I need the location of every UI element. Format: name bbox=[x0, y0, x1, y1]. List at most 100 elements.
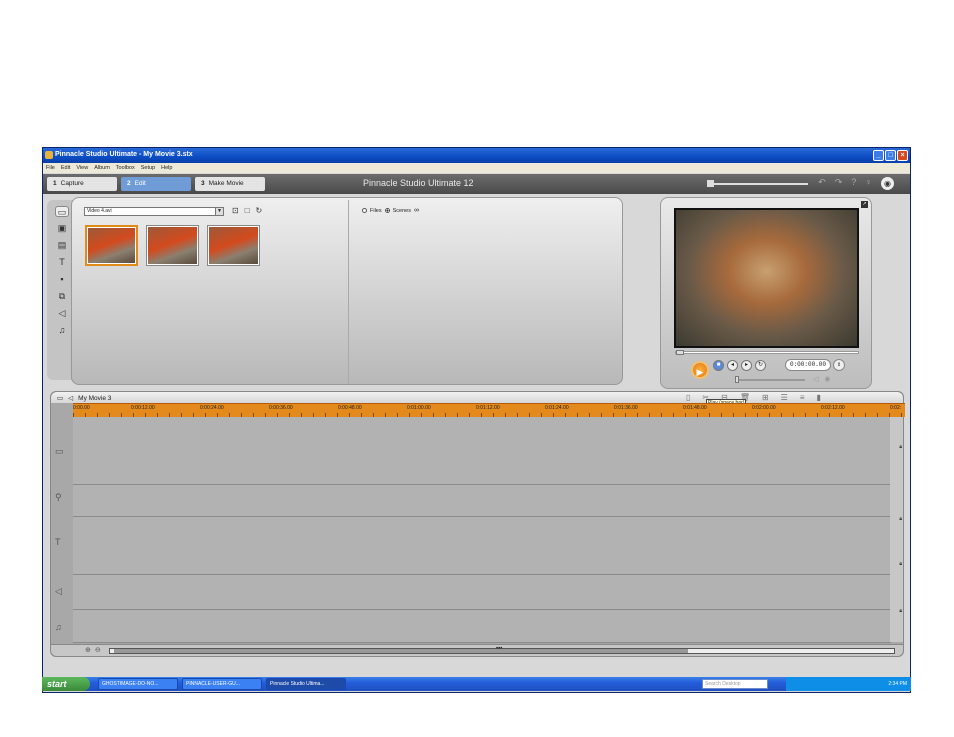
scenes-radio[interactable] bbox=[384, 208, 390, 213]
fast-forward-button[interactable]: ▸ bbox=[741, 360, 752, 371]
menu-view[interactable]: View bbox=[76, 163, 88, 173]
menu-file[interactable]: File bbox=[46, 163, 55, 173]
zoom-out-icon[interactable]: ⊖ bbox=[95, 646, 101, 654]
sound-track-icon[interactable]: ◁ bbox=[55, 586, 62, 597]
transition-track-icon[interactable]: ⚲ bbox=[55, 492, 62, 503]
home-button[interactable]: ■ bbox=[713, 360, 724, 371]
redo-icon[interactable]: ↷ bbox=[835, 177, 843, 190]
music-icon[interactable]: ♫ bbox=[55, 325, 69, 336]
ruler-tick: 0:01:12.00 bbox=[476, 405, 500, 411]
rewind-button[interactable]: ◂ bbox=[727, 360, 738, 371]
scene-thumbnail[interactable] bbox=[85, 225, 138, 266]
lock-icon[interactable]: 🔒︎ bbox=[899, 445, 902, 450]
text-view-icon[interactable]: ≡ bbox=[800, 393, 805, 402]
fullscreen-icon[interactable]: ↗ bbox=[861, 201, 868, 208]
scene-thumbnail[interactable] bbox=[207, 225, 260, 266]
tab-capture[interactable]: 1 Capture bbox=[47, 177, 117, 191]
menu-setup[interactable]: Setup bbox=[141, 163, 155, 173]
speaker-icon[interactable]: ◁ bbox=[813, 375, 818, 383]
sound-effects-icon[interactable]: ◁ bbox=[55, 308, 69, 319]
refresh-icon[interactable]: ↻ bbox=[256, 206, 263, 215]
audio-icon[interactable]: ◁ bbox=[68, 394, 73, 402]
tab-edit[interactable]: 2 Edit bbox=[121, 177, 191, 191]
zoom-slider[interactable] bbox=[713, 183, 808, 185]
chevron-down-icon[interactable]: ▼ bbox=[215, 208, 223, 215]
maximize-button[interactable]: □ bbox=[885, 150, 896, 161]
scrollbar-thumb[interactable] bbox=[114, 649, 688, 653]
close-button[interactable]: × bbox=[897, 150, 908, 161]
files-label: Files bbox=[370, 207, 382, 214]
disc-menus-icon[interactable]: ⧉ bbox=[55, 291, 69, 302]
video-album-icon[interactable]: ▭ bbox=[55, 206, 69, 217]
menu-help[interactable]: Help bbox=[161, 163, 172, 173]
storyboard-view-icon[interactable]: ⊞ bbox=[762, 393, 769, 402]
ruler-tick: 0:00:24.00 bbox=[200, 405, 224, 411]
eye-icon[interactable]: ◉ bbox=[824, 375, 830, 383]
tab-make-movie[interactable]: 3 Make Movie bbox=[195, 177, 265, 191]
minimize-button[interactable]: _ bbox=[873, 150, 884, 161]
menus-icon[interactable]: ▤ bbox=[55, 240, 69, 251]
windows-taskbar: start GHOSTIMAGE-DO-NO... PINNACLE-USER-… bbox=[42, 677, 911, 691]
undo-icon[interactable]: ↶ bbox=[818, 177, 826, 190]
timecode-spinner[interactable]: ⇕ bbox=[833, 359, 845, 371]
browse-icon[interactable]: ⊡ bbox=[232, 206, 239, 215]
audio-level-icon[interactable]: ▮ bbox=[817, 393, 821, 402]
taskbar-item-active[interactable]: Pinnacle Studio Ultima... bbox=[266, 678, 346, 690]
music-track-icon[interactable]: ♫ bbox=[55, 622, 62, 632]
scene-thumbnail[interactable] bbox=[146, 225, 199, 266]
photos-icon[interactable]: ▪ bbox=[55, 274, 69, 285]
timeline-scrollbar[interactable]: ••• bbox=[109, 646, 895, 654]
lock-icon[interactable]: 🔒︎ bbox=[899, 562, 902, 567]
start-button[interactable]: start bbox=[42, 677, 90, 691]
taskbar-item[interactable]: GHOSTIMAGE-DO-NO... bbox=[98, 678, 178, 690]
time-ruler[interactable]: 0:00.00 0:00:12.00 0:00:24.00 0:00:36.00… bbox=[73, 403, 905, 417]
transitions-icon[interactable]: ▣ bbox=[55, 223, 69, 234]
tab-capture-number: 1 bbox=[53, 180, 57, 187]
ruler-tick: 0:01:36.00 bbox=[614, 405, 638, 411]
loop-button[interactable]: ↻ bbox=[755, 360, 766, 371]
menu-edit[interactable]: Edit bbox=[61, 163, 70, 173]
title-bar[interactable]: Pinnacle Studio Ultimate - My Movie 3.st… bbox=[43, 148, 910, 163]
taskbar-item-label: GHOSTIMAGE-DO-NO... bbox=[102, 681, 159, 687]
file-select[interactable]: Video 4.avi ▼ bbox=[84, 207, 224, 216]
sound-effects-track[interactable] bbox=[73, 575, 891, 610]
video-track-icon[interactable]: ▭ bbox=[55, 446, 64, 457]
storyboard-icon[interactable]: ▭ bbox=[57, 394, 63, 402]
scrub-handle[interactable] bbox=[676, 350, 684, 355]
zoom-in-icon[interactable]: ⊕ bbox=[85, 646, 91, 654]
app-title: Pinnacle Studio Ultimate 12 bbox=[363, 178, 474, 188]
title-track-icon[interactable]: T bbox=[55, 537, 61, 547]
folder-icon[interactable]: □ bbox=[245, 206, 250, 215]
menu-toolbox[interactable]: Toolbox bbox=[116, 163, 135, 173]
music-track[interactable] bbox=[73, 610, 891, 643]
tab-make-number: 3 bbox=[201, 180, 205, 187]
desktop-search-input[interactable]: Search Desktop bbox=[702, 679, 768, 689]
menu-album[interactable]: Album bbox=[94, 163, 110, 173]
volume-slider[interactable] bbox=[737, 379, 805, 381]
disc-icon[interactable]: ◉ bbox=[881, 177, 894, 190]
player-icons: ◁ ◉ bbox=[813, 375, 831, 383]
marker-icon[interactable]: ▯ bbox=[686, 393, 690, 402]
top-toolbar: ↶ ↷ ? ♀ ◉ bbox=[818, 177, 894, 190]
lock-icon[interactable]: 🔒︎ bbox=[899, 517, 902, 522]
lock-icon[interactable]: 🔒︎ bbox=[899, 609, 902, 614]
timecode-display[interactable]: 0:00:00.00 bbox=[785, 359, 831, 371]
titles-icon[interactable]: T bbox=[55, 257, 69, 268]
tip-icon[interactable]: ♀ bbox=[865, 177, 872, 190]
help-icon[interactable]: ? bbox=[851, 177, 856, 190]
ruler-tick: 0:02:12.00 bbox=[821, 405, 845, 411]
binoculars-icon[interactable]: ∞ bbox=[414, 207, 419, 214]
taskbar-item[interactable]: PINNACLE-USER-GU... bbox=[182, 678, 262, 690]
taskbar-item-label: PINNACLE-USER-GU... bbox=[186, 681, 240, 687]
window-title: Pinnacle Studio Ultimate - My Movie 3.st… bbox=[55, 151, 193, 158]
play-button[interactable]: ▶ bbox=[691, 361, 709, 379]
preview-player: ↗ ▶ ■ ◂ ▸ ↻ 0:00:00.00 ⇕ ◁ ◉ bbox=[660, 197, 872, 389]
files-radio[interactable] bbox=[362, 208, 367, 213]
volume-handle[interactable] bbox=[735, 376, 739, 383]
title-track[interactable] bbox=[73, 517, 891, 575]
overlay-track[interactable] bbox=[73, 485, 891, 517]
video-track[interactable] bbox=[73, 417, 891, 485]
timeline-view-icon[interactable]: ☰ bbox=[781, 393, 788, 402]
timeline-header: ▭ ◁ My Movie 3 ▯ ✂ ⊟ 🗑 ⊞ ☰ ≡ ▮ Play (spa… bbox=[51, 392, 903, 407]
scrub-bar[interactable] bbox=[675, 350, 859, 355]
